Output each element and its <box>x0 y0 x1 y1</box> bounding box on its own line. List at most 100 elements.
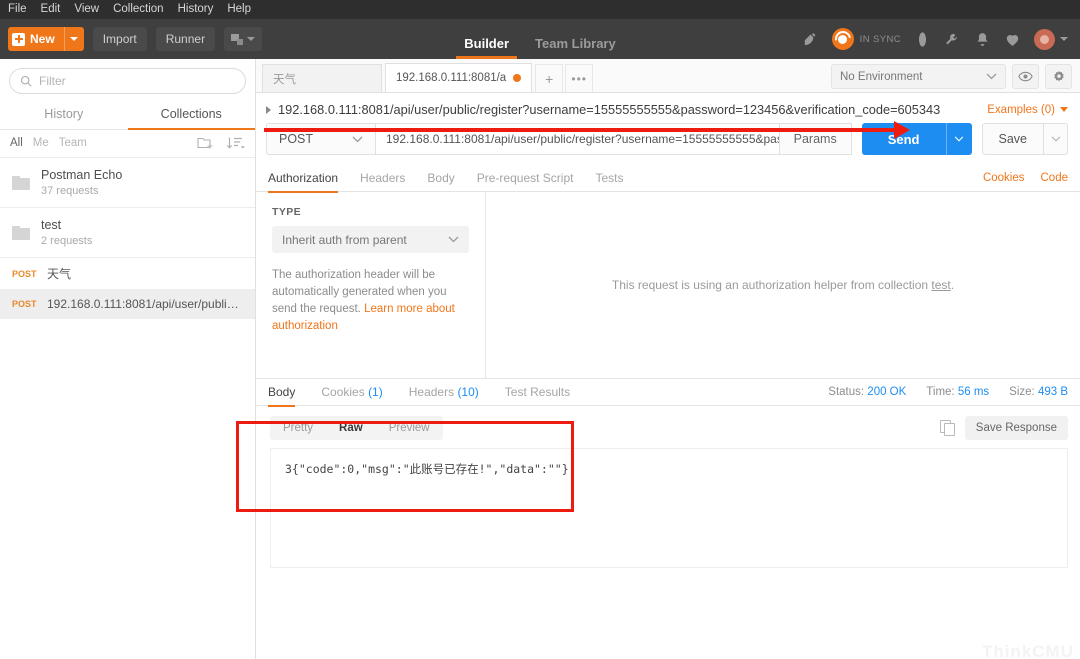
chevron-down-icon <box>1060 107 1068 112</box>
authorization-left: TYPE Inherit auth from parent The author… <box>256 192 486 378</box>
rocket-icon[interactable] <box>914 31 931 48</box>
send-button[interactable]: Send <box>861 123 946 155</box>
request-name: 192.168.0.111:8081/api/user/public/r... <box>47 297 243 311</box>
import-button[interactable]: Import <box>92 27 147 51</box>
tab-collections[interactable]: Collections <box>127 100 256 130</box>
bell-icon[interactable] <box>974 31 991 48</box>
wrench-icon[interactable] <box>944 31 961 48</box>
environment-select[interactable]: No Environment <box>831 64 1006 89</box>
search-input[interactable]: Filter <box>9 68 246 94</box>
auth-type-select[interactable]: Inherit auth from parent <box>272 226 469 253</box>
time-metric: Time: 56 ms <box>926 386 989 398</box>
scope-team[interactable]: Team <box>59 137 87 149</box>
new-folder-icon[interactable] <box>197 136 214 150</box>
tab-builder[interactable]: Builder <box>456 36 517 59</box>
status-value: 200 OK <box>867 386 907 398</box>
new-tab-button[interactable]: + <box>535 64 564 92</box>
tab-history[interactable]: History <box>0 100 128 129</box>
sort-icon[interactable] <box>226 136 245 150</box>
request-method-label: POST <box>12 299 37 309</box>
examples-dropdown[interactable]: Examples (0) <box>987 104 1068 116</box>
runner-button[interactable]: Runner <box>155 27 216 51</box>
response-tab-headers[interactable]: Headers (10) <box>409 378 479 406</box>
new-button[interactable]: New <box>8 27 84 51</box>
tab-options-button[interactable]: ••• <box>565 64 594 92</box>
app-body: Filter History Collections All Me Team P… <box>0 59 1080 659</box>
menu-item-edit[interactable]: Edit <box>41 0 61 19</box>
request-section-tabs: Authorization Headers Body Pre-request S… <box>256 165 1080 193</box>
runner-button-label: Runner <box>165 32 206 46</box>
view-mode-raw[interactable]: Raw <box>326 416 376 440</box>
menu-item-history[interactable]: History <box>178 0 214 19</box>
request-tab-register[interactable]: 192.168.0.111:8081/a <box>385 63 533 92</box>
sidebar-request-weather[interactable]: POST 天气 <box>0 258 255 290</box>
response-toolbar: Pretty Raw Preview Save Response <box>256 406 1080 440</box>
copy-icon[interactable] <box>939 420 955 436</box>
auth-type-value: Inherit auth from parent <box>282 232 407 247</box>
menu-item-collection[interactable]: Collection <box>113 0 164 19</box>
sync-status[interactable]: IN SYNC <box>831 28 901 50</box>
environment-settings-button[interactable] <box>1045 64 1072 89</box>
response-tab-body[interactable]: Body <box>268 378 296 407</box>
tab-headers[interactable]: Headers <box>360 165 405 192</box>
sidebar-request-register[interactable]: POST 192.168.0.111:8081/api/user/public/… <box>0 290 255 319</box>
sidebar-tabs: History Collections <box>0 100 255 130</box>
tab-team-library[interactable]: Team Library <box>535 36 616 59</box>
filter-container: Filter <box>0 59 255 100</box>
save-button[interactable]: Save <box>981 123 1044 155</box>
menu-item-view[interactable]: View <box>74 0 99 19</box>
scope-me[interactable]: Me <box>33 137 49 149</box>
collection-item-postman-echo[interactable]: Postman Echo 37 requests <box>0 158 255 208</box>
avatar[interactable] <box>1034 28 1055 50</box>
request-tab-weather[interactable]: 天气 <box>262 64 382 92</box>
examples-label: Examples (0) <box>987 103 1055 116</box>
collection-item-test[interactable]: test 2 requests <box>0 208 255 258</box>
new-button-label: New <box>30 32 55 46</box>
menu-item-file[interactable]: File <box>8 0 27 19</box>
url-bar: POST 192.168.0.111:8081/api/user/public/… <box>256 121 1080 165</box>
authorization-right: This request is using an authorization h… <box>486 192 1080 378</box>
code-link[interactable]: Code <box>1041 172 1069 184</box>
url-input-value: 192.168.0.111:8081/api/user/public/regis… <box>386 132 779 146</box>
params-button[interactable]: Params <box>779 123 852 155</box>
chevron-down-icon <box>352 136 363 142</box>
new-button-dropdown[interactable] <box>63 27 84 51</box>
response-tab-label: Cookies <box>321 385 365 399</box>
method-select[interactable]: POST <box>266 123 376 155</box>
tab-body[interactable]: Body <box>427 165 454 192</box>
url-input[interactable]: 192.168.0.111:8081/api/user/public/regis… <box>376 123 780 155</box>
auth-helper-suffix: . <box>950 278 955 292</box>
menu-item-help[interactable]: Help <box>227 0 251 19</box>
response-tab-count: (1) <box>368 385 383 399</box>
avatar-dropdown-icon[interactable] <box>1060 37 1068 41</box>
response-tab-test-results[interactable]: Test Results <box>505 378 570 406</box>
tab-authorization[interactable]: Authorization <box>268 165 339 193</box>
size-metric: Size: 493 B <box>1009 386 1068 398</box>
time-label: Time: <box>926 386 955 398</box>
send-options-button[interactable] <box>945 123 972 155</box>
gear-icon <box>1053 70 1064 81</box>
view-mode-pretty[interactable]: Pretty <box>270 416 326 440</box>
scope-all[interactable]: All <box>10 137 23 149</box>
new-window-button[interactable] <box>224 27 263 51</box>
main-toolbar: New Import Runner Builder Team Library I… <box>0 19 1080 59</box>
expand-icon[interactable] <box>266 105 271 114</box>
response-body[interactable]: 3{"code":0,"msg":"此账号已存在!","data":""} <box>270 448 1068 568</box>
cookies-link[interactable]: Cookies <box>983 172 1025 184</box>
collection-name: test <box>41 218 62 232</box>
satellite-dish-icon[interactable] <box>802 31 819 48</box>
time-value: 56 ms <box>957 386 990 398</box>
save-options-button[interactable] <box>1044 123 1068 155</box>
request-method-label: POST <box>12 268 37 279</box>
heart-icon[interactable] <box>1004 31 1021 48</box>
response-tab-cookies[interactable]: Cookies (1) <box>321 378 382 406</box>
save-response-button[interactable]: Save Response <box>964 416 1068 440</box>
environment-quick-look-button[interactable] <box>1012 64 1039 89</box>
sidebar-scope-filters: All Me Team <box>0 130 255 158</box>
import-button-label: Import <box>102 32 137 46</box>
auth-type-label: TYPE <box>272 206 302 218</box>
tab-tests[interactable]: Tests <box>595 165 623 192</box>
view-mode-preview[interactable]: Preview <box>376 416 443 440</box>
tab-pre-request-script[interactable]: Pre-request Script <box>477 165 574 192</box>
auth-helper-collection-link[interactable]: test <box>931 278 950 292</box>
